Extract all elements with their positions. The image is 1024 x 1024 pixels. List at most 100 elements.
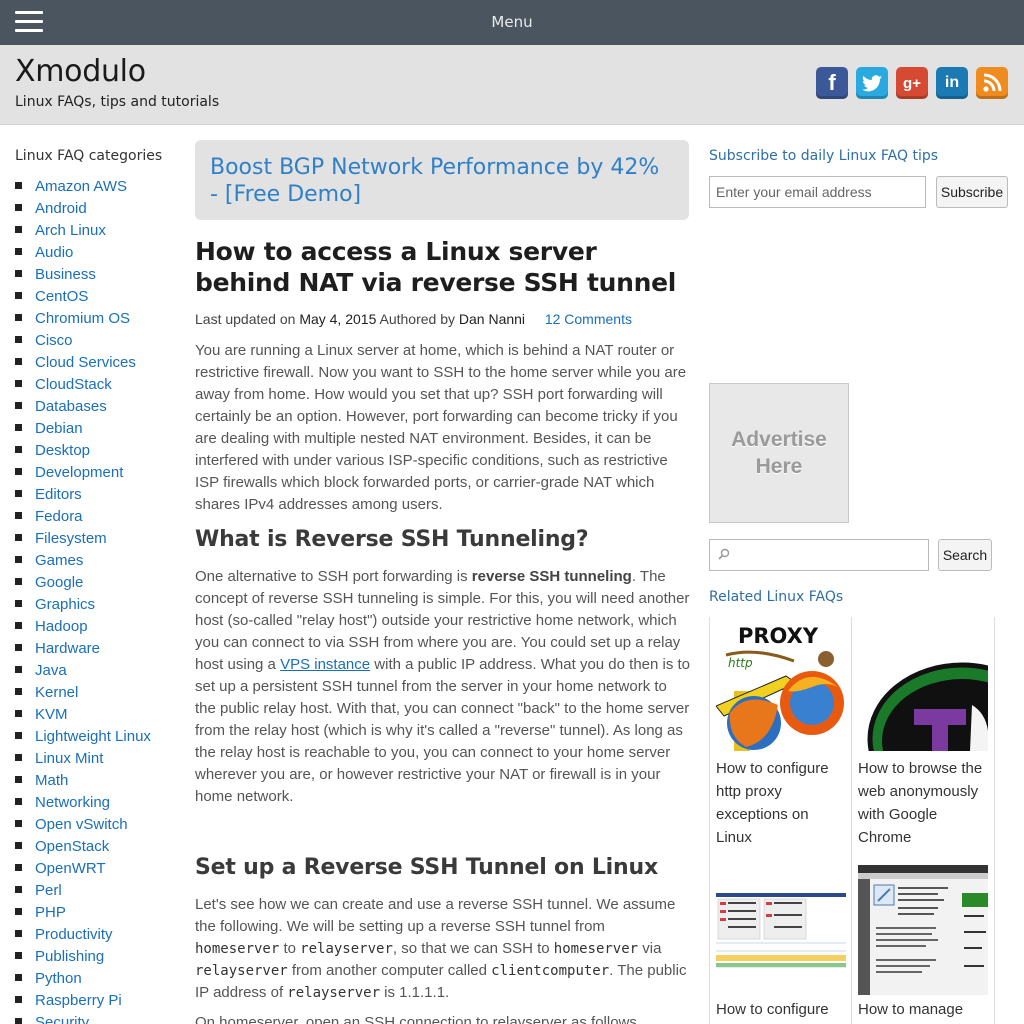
category-item: Open vSwitch [15, 814, 151, 836]
category-item: CloudStack [15, 374, 151, 396]
proxy-thumbnail[interactable]: PROXY http [716, 621, 846, 751]
bullet-icon [15, 270, 22, 277]
category-link[interactable]: Hadoop [35, 618, 88, 635]
category-item: Raspberry Pi [15, 990, 151, 1012]
category-link[interactable]: Desktop [35, 442, 90, 459]
category-link[interactable]: Networking [35, 794, 110, 811]
top-nav-bar: Menu [0, 0, 1024, 45]
category-item: Databases [15, 396, 151, 418]
category-link[interactable]: Hardware [35, 640, 100, 657]
category-link[interactable]: Productivity [35, 926, 113, 943]
related-item[interactable]: How to configure [709, 863, 852, 1024]
category-item: Cloud Services [15, 352, 151, 374]
category-link[interactable]: Cloud Services [35, 354, 136, 371]
category-link[interactable]: Perl [35, 882, 62, 899]
intro-paragraph: You are running a Linux server at home, … [195, 342, 687, 513]
category-link[interactable]: Filesystem [35, 530, 107, 547]
bullet-icon [15, 380, 22, 387]
vps-instance-link[interactable]: VPS instance [280, 656, 370, 673]
search-icon [718, 548, 730, 560]
site-title[interactable]: Xmodulo [15, 54, 146, 89]
site-header: Xmodulo Linux FAQs, tips and tutorials f… [0, 45, 1024, 125]
related-item-title[interactable]: How to browse the web anonymously with G… [858, 757, 990, 849]
category-link[interactable]: OpenWRT [35, 860, 106, 877]
category-link[interactable]: Python [35, 970, 82, 987]
bullet-icon [15, 996, 22, 1003]
category-link[interactable]: Games [35, 552, 83, 569]
facebook-icon[interactable]: f [816, 67, 848, 99]
category-link[interactable]: KVM [35, 706, 68, 723]
category-link[interactable]: Java [35, 662, 67, 679]
rss-icon[interactable] [976, 67, 1008, 99]
bullet-icon [15, 842, 22, 849]
category-item: OpenStack [15, 836, 151, 858]
category-link[interactable]: Kernel [35, 684, 78, 701]
category-link[interactable]: CentOS [35, 288, 88, 305]
category-item: Networking [15, 792, 151, 814]
related-item[interactable]: How to manage [852, 863, 995, 1024]
category-item: Hardware [15, 638, 151, 660]
category-link[interactable]: Math [35, 772, 68, 789]
related-heading: Related Linux FAQs [709, 589, 844, 605]
category-link[interactable]: Chromium OS [35, 310, 130, 327]
category-link[interactable]: Graphics [35, 596, 95, 613]
bullet-icon [15, 424, 22, 431]
category-item: Chromium OS [15, 308, 151, 330]
bullet-icon [15, 930, 22, 937]
category-link[interactable]: Databases [35, 398, 107, 415]
bullet-icon [15, 974, 22, 981]
category-item: Development [15, 462, 151, 484]
bullet-icon [15, 732, 22, 739]
category-item: Lightweight Linux [15, 726, 151, 748]
tor-thumbnail[interactable] [858, 621, 988, 751]
category-link[interactable]: Development [35, 464, 123, 481]
thumbnail-proxy-label: PROXY [738, 624, 819, 648]
category-link[interactable]: OpenStack [35, 838, 109, 855]
subscribe-heading: Subscribe to daily Linux FAQ tips [709, 148, 939, 164]
setup-paragraph: Let's see how we can create and use a re… [195, 896, 687, 1001]
search-button[interactable]: Search [938, 539, 992, 571]
related-item[interactable]: PROXY http How to configure http proxy e… [709, 617, 852, 863]
category-link[interactable]: Amazon AWS [35, 178, 127, 195]
email-input[interactable] [709, 176, 926, 208]
linkedin-icon[interactable]: in [936, 67, 968, 99]
comments-link[interactable]: 12 Comments [545, 311, 632, 327]
google-plus-icon[interactable]: g+ [896, 67, 928, 99]
bullet-icon [15, 358, 22, 365]
subscribe-button[interactable]: Subscribe [936, 176, 1008, 208]
category-link[interactable]: CloudStack [35, 376, 112, 393]
table-thumbnail[interactable] [716, 865, 846, 995]
category-link[interactable]: Editors [35, 486, 82, 503]
category-link[interactable]: Android [35, 200, 87, 217]
category-item: Audio [15, 242, 151, 264]
related-item[interactable]: How to browse the web anonymously with G… [852, 617, 995, 863]
related-item-title[interactable]: How to configure http proxy exceptions o… [716, 757, 848, 849]
category-link[interactable]: Arch Linux [35, 222, 106, 239]
category-link[interactable]: Security [35, 1014, 89, 1024]
category-link[interactable]: Lightweight Linux [35, 728, 151, 745]
code-relayserver: relayserver [195, 963, 288, 979]
promo-link[interactable]: Boost BGP Network Performance by 42% - [… [210, 155, 659, 207]
bullet-icon [15, 512, 22, 519]
category-link[interactable]: Open vSwitch [35, 816, 128, 833]
next-paragraph: On homeserver, open an SSH connection to… [195, 1014, 642, 1024]
updated-label: Last updated on [195, 311, 296, 327]
category-link[interactable]: Linux Mint [35, 750, 103, 767]
advertise-here-banner[interactable]: Advertise Here [709, 383, 849, 523]
menu-label[interactable]: Menu [0, 13, 1024, 31]
category-link[interactable]: Publishing [35, 948, 104, 965]
related-item-title[interactable]: How to manage [858, 998, 990, 1021]
vps-thumbnail[interactable] [858, 865, 988, 995]
category-link[interactable]: PHP [35, 904, 66, 921]
related-item-title[interactable]: How to configure [716, 998, 848, 1021]
search-field[interactable] [709, 539, 929, 571]
category-link[interactable]: Cisco [35, 332, 73, 349]
twitter-icon[interactable] [856, 67, 888, 99]
category-link[interactable]: Raspberry Pi [35, 992, 122, 1009]
search-input[interactable] [736, 540, 926, 570]
category-link[interactable]: Fedora [35, 508, 83, 525]
category-link[interactable]: Business [35, 266, 96, 283]
category-link[interactable]: Audio [35, 244, 73, 261]
category-link[interactable]: Google [35, 574, 83, 591]
category-link[interactable]: Debian [35, 420, 83, 437]
